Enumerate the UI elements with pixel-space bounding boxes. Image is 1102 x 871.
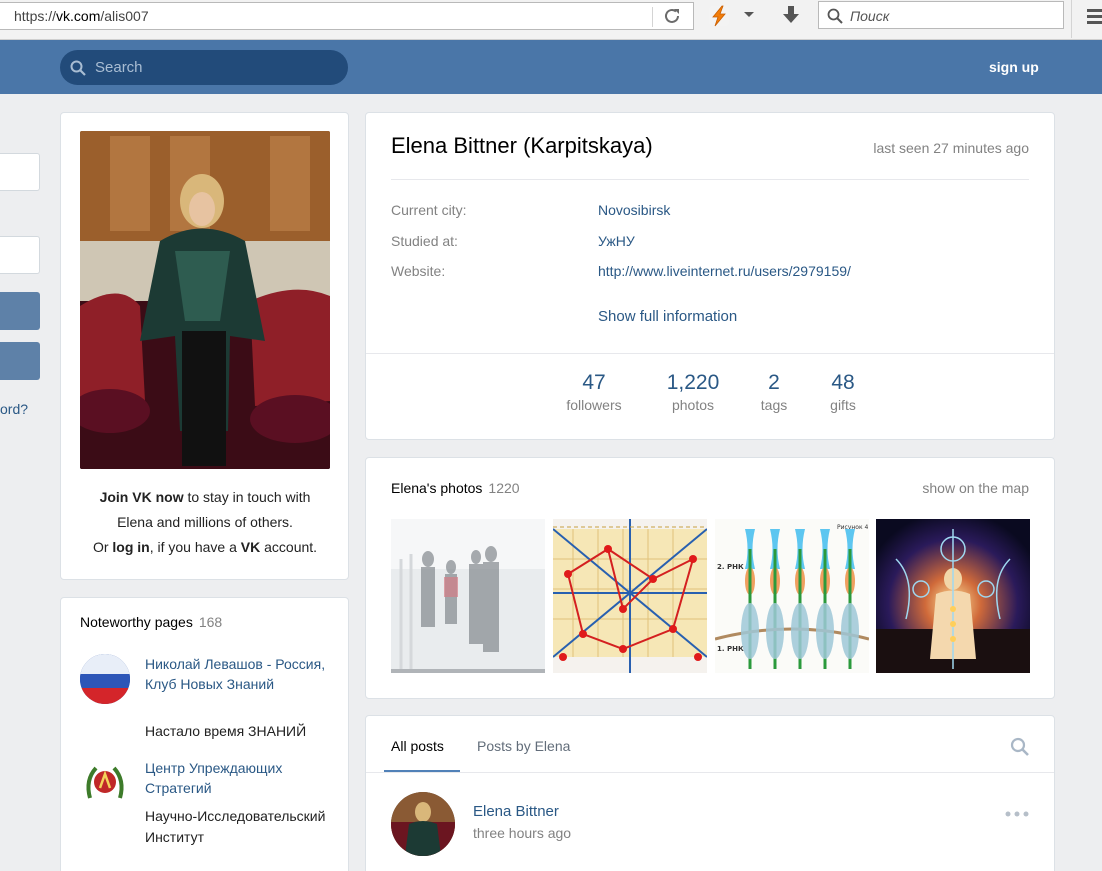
vk-header: Search sign up (0, 40, 1102, 94)
toolbar-divider (1071, 0, 1072, 38)
browser-search-placeholder: Поиск (850, 8, 890, 24)
log-in-link[interactable]: log in (112, 539, 149, 555)
divider (391, 179, 1029, 180)
login-button[interactable] (0, 292, 40, 330)
post-author-link[interactable]: Elena Bittner (473, 803, 559, 820)
counter-gifts[interactable]: 48 gifts (813, 371, 873, 413)
post-timestamp[interactable]: three hours ago (473, 825, 571, 841)
signup-button[interactable] (0, 342, 40, 380)
tab-all-posts[interactable]: All posts (391, 738, 444, 754)
profile-info-card: Elena Bittner (Karpitskaya) last seen 27… (365, 112, 1055, 440)
join-vk-link[interactable]: Join VK now (100, 489, 184, 505)
noteworthy-pages-card: Noteworthy pages 168 Николай Левашов - Ро… (60, 597, 349, 871)
website-link[interactable]: http://www.liveinternet.ru/users/2979159… (598, 263, 851, 279)
avatar[interactable] (391, 792, 455, 856)
browser-search-input[interactable]: Поиск (818, 1, 1064, 29)
login-password-field[interactable] (0, 236, 40, 274)
search-icon (70, 60, 86, 76)
page-name[interactable]: Николай Левашов - Россия, Клуб Новых Зна… (145, 654, 335, 694)
more-options-icon[interactable] (1005, 811, 1029, 817)
hamburger-menu-icon[interactable] (1087, 8, 1102, 24)
page-description: Настало время ЗНАНИЙ (145, 723, 307, 739)
photos-title[interactable]: Elena's photos 1220 (391, 480, 520, 496)
page-avatar[interactable] (80, 758, 130, 808)
forgot-password-link[interactable]: ord? (0, 401, 28, 417)
search-icon (827, 8, 843, 24)
lightning-icon[interactable] (706, 4, 732, 28)
signup-link[interactable]: sign up (989, 59, 1039, 75)
vk-search-placeholder: Search (95, 59, 143, 76)
info-label: Website: (391, 263, 446, 279)
browser-toolbar: https://vk.com/alis007 Поиск (0, 0, 1102, 40)
university-link[interactable]: УжНУ (598, 233, 635, 249)
url-text: https://vk.com/alis007 (14, 8, 149, 24)
counter-followers[interactable]: 47 followers (556, 371, 632, 413)
vk-search-input[interactable]: Search (60, 50, 348, 85)
login-email-field[interactable] (0, 153, 40, 191)
posts-card: All posts Posts by Elena Elena Bittner t… (365, 715, 1055, 871)
photo-thumb[interactable] (876, 519, 1030, 673)
search-icon[interactable] (1010, 737, 1029, 756)
address-bar[interactable]: https://vk.com/alis007 (0, 2, 694, 30)
noteworthy-title[interactable]: Noteworthy pages 168 (80, 614, 222, 630)
page-description: Научно-Исследовательский Институт (145, 808, 326, 845)
profile-photo-image (80, 131, 330, 469)
url-divider (652, 7, 653, 27)
profile-photo-card: Join VK now to stay in touch with Elena … (60, 112, 349, 580)
divider (366, 353, 1054, 354)
page-avatar[interactable] (80, 654, 130, 704)
info-label: Current city: (391, 202, 467, 218)
diagram-label: 1. РНК (717, 645, 744, 653)
photo-thumb[interactable] (553, 519, 707, 673)
tab-posts-by-elena[interactable]: Posts by Elena (477, 738, 570, 754)
diagram-label: 2. РНК (717, 563, 744, 571)
counter-photos[interactable]: 1,220 photos (655, 371, 731, 413)
show-full-info-link[interactable]: Show full information (598, 308, 737, 325)
divider (366, 772, 1054, 773)
last-seen-status: last seen 27 minutes ago (873, 140, 1029, 156)
photo-thumb[interactable]: Рисунок 4 2. РНК 1. РНК (715, 519, 869, 673)
download-icon[interactable] (780, 4, 802, 26)
chevron-down-icon[interactable] (743, 11, 755, 19)
photo-thumb[interactable] (391, 519, 545, 673)
info-label: Studied at: (391, 233, 458, 249)
profile-photo[interactable] (80, 131, 330, 469)
city-link[interactable]: Novosibirsk (598, 202, 670, 218)
reload-icon[interactable] (660, 5, 686, 27)
counter-tags[interactable]: 2 tags (744, 371, 804, 413)
join-prompt: Join VK now to stay in touch with Elena … (92, 489, 318, 555)
profile-name: Elena Bittner (Karpitskaya) (391, 133, 653, 158)
page-name[interactable]: Центр Упреждающих Стратегий (145, 758, 335, 798)
show-on-map-link[interactable]: show on the map (922, 480, 1029, 496)
photos-card: Elena's photos 1220 show on the map Рису… (365, 457, 1055, 699)
